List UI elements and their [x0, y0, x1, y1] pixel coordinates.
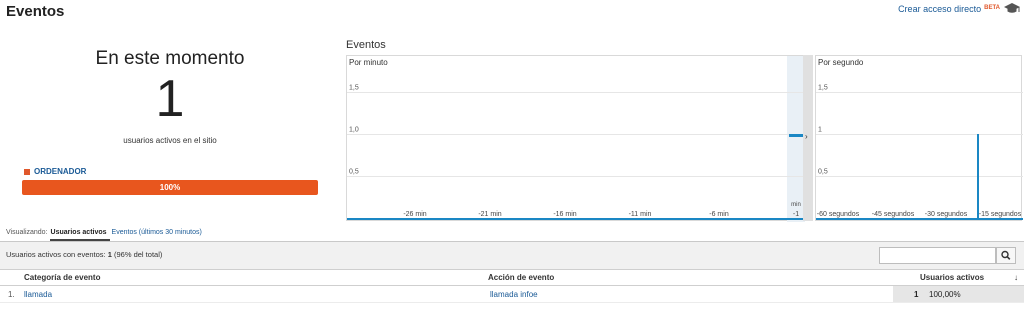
y-tick-label: 1,5: [818, 85, 828, 92]
header-event-category[interactable]: Categoría de evento: [24, 273, 100, 282]
summary-count: 1: [107, 250, 112, 259]
events-chart-heading: Eventos: [346, 39, 386, 51]
table-row: 1. llamada llamada infoe 1 100,00%: [0, 286, 1024, 303]
x-tick-label: -26 min: [403, 211, 426, 218]
row-category-link[interactable]: llamada: [24, 290, 52, 299]
x-tick-label: -6 min: [709, 211, 729, 218]
device-label: ORDENADOR: [34, 167, 87, 176]
x-tick-label: -15 segundos: [979, 211, 1022, 218]
y-tick-label: 1,0: [349, 127, 359, 134]
page-title: Eventos: [6, 3, 65, 20]
device-legend: ORDENADOR: [24, 167, 86, 176]
y-tick-label: 0,5: [818, 169, 828, 176]
summary-text: Usuarios activos con eventos: 1 (96% del…: [6, 250, 162, 259]
table-search-input[interactable]: [879, 247, 996, 264]
per-second-chart: Por segundo 1,5 1 0,5 -60 segundos -45 segun…: [815, 55, 1023, 221]
x-tick-label: -30 segundos: [925, 211, 968, 218]
y-tick-label: 0,5: [349, 169, 359, 176]
device-color-swatch: [24, 168, 30, 175]
visualizing-row: Visualizando: Usuarios activos Eventos (úl…: [6, 229, 202, 236]
header-event-action[interactable]: Acción de evento: [488, 273, 554, 282]
summary-prefix: Usuarios activos con eventos:: [6, 250, 106, 259]
x-tick-label-last-bottom: -1: [793, 211, 799, 218]
row-users-percent: 100,00%: [929, 290, 961, 299]
tab-active-users[interactable]: Usuarios activos: [51, 229, 107, 236]
create-shortcut-label[interactable]: Crear acceso directo: [898, 4, 981, 14]
beta-badge: BETA: [984, 5, 1000, 11]
x-tick-label: -11 min: [629, 211, 652, 218]
sort-desc-icon[interactable]: ↓: [1014, 273, 1018, 282]
realtime-title: En este momento: [95, 48, 245, 69]
summary-suffix: (96% del total): [114, 250, 163, 259]
y-tick-label: 1,5: [349, 85, 359, 92]
chevron-right-icon[interactable]: ›: [805, 132, 808, 141]
per-minute-chart: Por minuto 1,5 1,0 0,5 -26 min -21 min -16 mi…: [346, 55, 805, 222]
expand-chart-toggle[interactable]: ›: [803, 55, 813, 221]
active-users-count: 1: [155, 70, 185, 128]
row-index: 1.: [8, 290, 15, 299]
x-tick-label: -45 segundos: [872, 211, 915, 218]
x-tick-label-last-top: min: [791, 202, 801, 208]
graduation-cap-icon[interactable]: [1004, 2, 1020, 14]
y-tick-label: 1: [818, 127, 822, 134]
row-action-link[interactable]: llamada infoe: [490, 290, 538, 299]
x-tick-label: -60 segundos: [817, 211, 860, 218]
create-shortcut-link[interactable]: Crear acceso directo BETA: [898, 4, 1000, 14]
device-share-bar: 100%: [22, 180, 318, 195]
active-users-caption: usuarios activos en el sitio: [123, 136, 217, 145]
per-second-chart-svg: 1,5 1 0,5 -60 segundos -45 segundos -30 segun…: [816, 85, 1023, 220]
event-bar: [977, 134, 979, 218]
table-header: Categoría de evento Acción de evento Usu…: [0, 269, 1024, 286]
event-bar: [789, 134, 803, 137]
visualizing-label: Visualizando:: [6, 229, 48, 236]
x-tick-label: -16 min: [553, 211, 576, 218]
search-button[interactable]: [996, 247, 1016, 264]
search-icon[interactable]: [997, 248, 1015, 263]
tab-events-30min[interactable]: Eventos (últimos 30 minutos): [112, 229, 202, 236]
x-tick-label: -21 min: [478, 211, 501, 218]
per-minute-chart-svg: 1,5 1,0 0,5 -26 min -21 min -16 min -11 min -6 …: [347, 56, 805, 222]
row-users-count: 1: [914, 290, 919, 299]
header-active-users[interactable]: Usuarios activos: [920, 273, 984, 282]
